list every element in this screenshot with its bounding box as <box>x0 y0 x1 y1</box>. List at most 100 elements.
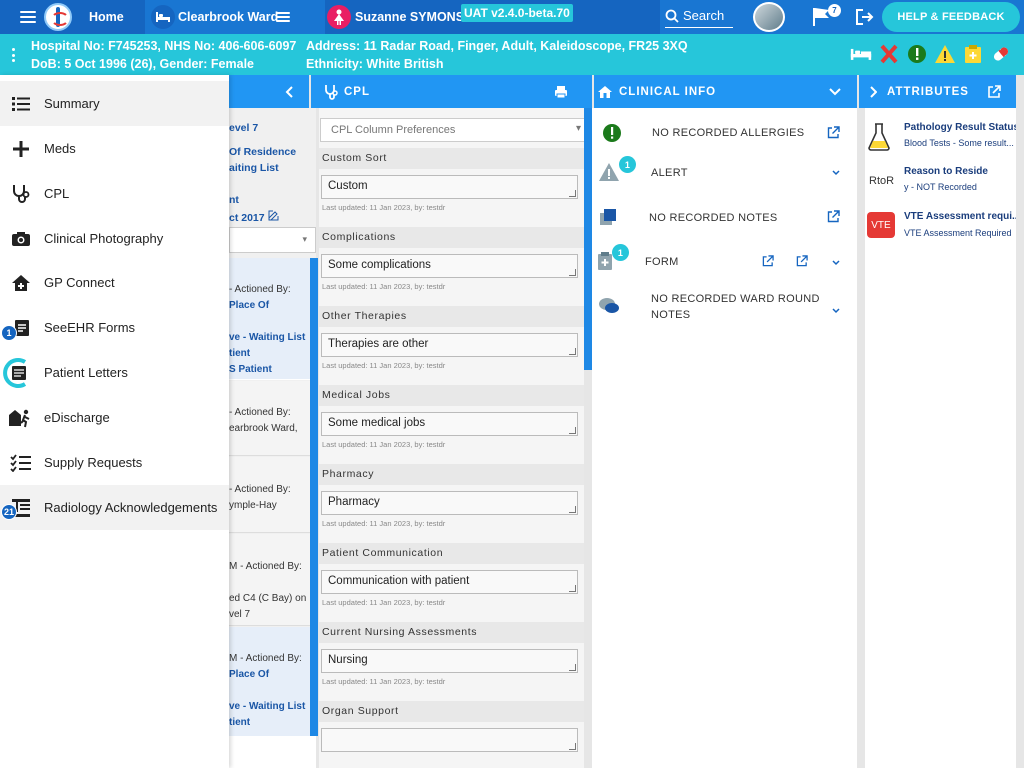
search-button[interactable]: Search <box>665 4 733 28</box>
alert-circle-icon[interactable] <box>906 43 928 65</box>
sidebar-item-radiology-acknowledgements[interactable]: 21 Radiology Acknowledgements <box>0 485 229 530</box>
sidebar-item-patient-letters[interactable]: Patient Letters <box>0 350 229 395</box>
sidebar-item-label: SeeEHR Forms <box>44 320 136 335</box>
list-item-line: - Actioned By: <box>229 407 291 418</box>
cpl-column: CPL Column Preferences Custom SortCustom… <box>319 108 584 768</box>
ward-menu-icon[interactable] <box>276 12 290 22</box>
search-icon <box>665 9 679 23</box>
chevron-down-icon[interactable] <box>832 260 840 266</box>
cpl-section-meta: Last updated: 11 Jan 2023, by: testdr <box>322 203 446 212</box>
sidebar-item-summary[interactable]: Summary <box>0 81 229 126</box>
print-icon[interactable] <box>554 85 568 99</box>
sidebar-item-cpl[interactable]: CPL <box>0 171 229 216</box>
cpl-section-title: Patient Communication <box>319 543 584 564</box>
list-item[interactable]: M - Actioned By: ed C4 (C Bay) on vel 7 <box>229 534 316 626</box>
form-text: FORM <box>645 256 679 268</box>
cpl-section-title: Pharmacy <box>319 464 584 485</box>
external-link-icon[interactable] <box>796 255 808 267</box>
sidebar-item-ediscaharge[interactable]: eDischarge <box>0 395 229 440</box>
alert-text: ALERT <box>651 167 688 179</box>
external-link-icon[interactable] <box>987 84 1001 99</box>
forms-count-badge: 1 <box>1 325 17 341</box>
alert-row[interactable]: 1 ALERT <box>592 156 857 188</box>
radiology-count-badge: 21 <box>1 504 17 520</box>
clipboard-icon <box>598 252 612 270</box>
cpl-section-input[interactable]: Some complications <box>321 254 578 278</box>
menu-icon[interactable] <box>20 11 36 23</box>
edit-icon[interactable] <box>268 210 279 221</box>
sidebar-item-meds[interactable]: Meds <box>0 126 229 171</box>
attribute-vte[interactable]: VTE VTE Assessment requi... VTE Assessme… <box>865 208 1016 248</box>
sidebar-item-label: Clinical Photography <box>44 231 164 246</box>
cpl-section-input[interactable]: Communication with patient <box>321 570 578 594</box>
patient-list-column: evel 7 Of Residence aiting List nt ct 20… <box>229 108 316 736</box>
list-item[interactable]: - Actioned By: ymple-Hay <box>229 457 316 533</box>
cpl-section-input[interactable]: Therapies are other <box>321 333 578 357</box>
cpl-section: Medical Jobs Some medical jobs Last update… <box>319 385 584 464</box>
cpl-section: Current Nursing Assessments Nursing Last u… <box>319 622 584 701</box>
list-item[interactable]: - Actioned By: earbrook Ward, <box>229 381 316 456</box>
sidebar-item-seeehr-forms[interactable]: 1 SeeEHR Forms <box>0 305 229 350</box>
sidebar-item-supply-requests[interactable]: Supply Requests <box>0 440 229 485</box>
list-item[interactable]: M - Actioned By: Place Of ve - Waiting L… <box>229 627 316 736</box>
list-scrollbar[interactable] <box>310 258 318 736</box>
clipboard-icon[interactable] <box>962 43 984 65</box>
attribute-reason-to-reside[interactable]: RtoR Reason to Reside y - NOT Recorded <box>865 163 1016 203</box>
cpl-section-input[interactable]: Custom <box>321 175 578 199</box>
list-filter-select[interactable]: ▾ <box>229 227 316 253</box>
chevron-down-icon[interactable] <box>832 308 840 314</box>
notes-icon <box>600 209 616 225</box>
chevron-left-icon[interactable] <box>284 85 294 98</box>
cpl-section-input[interactable] <box>321 728 578 752</box>
no-resus-icon[interactable] <box>878 43 900 65</box>
sidebar-item-clinical-photography[interactable]: Clinical Photography <box>0 216 229 261</box>
cpl-scrollbar[interactable] <box>584 108 592 370</box>
user-avatar[interactable] <box>753 2 785 32</box>
list-item-line: ed C4 (C Bay) on <box>229 593 307 604</box>
gp-house-icon <box>9 271 33 295</box>
form-row[interactable]: 1 FORM <box>592 244 857 276</box>
stethoscope-icon <box>9 182 33 206</box>
alert-count-badge: 1 <box>619 156 636 173</box>
sidebar-item-label: CPL <box>44 186 70 201</box>
flag-count-badge: 7 <box>828 4 841 17</box>
external-link-icon[interactable] <box>827 210 840 223</box>
help-feedback-button[interactable]: HELP & FEEDBACK <box>882 2 1020 32</box>
chevron-down-icon[interactable] <box>829 87 841 96</box>
ward-breadcrumb[interactable]: Clearbrook Ward <box>145 0 329 34</box>
allergies-row[interactable]: NO RECORDED ALLERGIES <box>592 121 857 147</box>
sidebar-item-gp-connect[interactable]: GP Connect <box>0 260 229 305</box>
chevron-right-icon[interactable] <box>869 85 877 98</box>
bed-icon[interactable] <box>850 43 872 65</box>
notes-row[interactable]: NO RECORDED NOTES <box>592 205 857 231</box>
cpl-section-input[interactable]: Some medical jobs <box>321 412 578 436</box>
left-panel-header <box>229 75 309 108</box>
cpl-header-title: CPL <box>344 85 370 98</box>
cpl-section-title: Current Nursing Assessments <box>319 622 584 643</box>
list-item-line: ymple-Hay <box>229 500 277 511</box>
more-options-icon[interactable] <box>12 48 16 62</box>
cpl-section-input[interactable]: Nursing <box>321 649 578 673</box>
list-item[interactable]: - Actioned By: Place Of ve - Waiting Lis… <box>229 258 316 380</box>
patient-hospital-info: Hospital No: F745253, NHS No: 406-606-60… <box>31 39 297 53</box>
warning-icon[interactable] <box>934 43 956 65</box>
home-breadcrumb[interactable]: Home <box>0 0 146 34</box>
patient-address: Address: 11 Radar Road, Finger, Adult, K… <box>306 39 688 53</box>
chevron-down-icon[interactable] <box>832 170 840 176</box>
medication-icon[interactable] <box>990 43 1012 65</box>
list-item-line: tient <box>229 348 251 359</box>
cpl-section-input[interactable]: Pharmacy <box>321 491 578 515</box>
logout-icon[interactable] <box>855 8 875 26</box>
attribute-pathology[interactable]: Pathology Result Status Blood Tests - So… <box>865 118 1016 158</box>
ward-round-row[interactable]: NO RECORDED WARD ROUND NOTES <box>592 290 857 330</box>
home-label: Home <box>89 10 124 24</box>
home-icon <box>598 85 612 98</box>
list-item-line: M - Actioned By: <box>229 561 302 572</box>
letter-icon <box>3 357 33 388</box>
external-link-icon[interactable] <box>762 255 774 267</box>
cpl-column-preferences-select[interactable]: CPL Column Preferences <box>320 118 584 142</box>
vte-tag: VTE <box>867 212 895 238</box>
form-count-badge: 1 <box>612 244 629 261</box>
external-link-icon[interactable] <box>827 126 840 139</box>
patient-status-icons <box>850 43 1012 65</box>
